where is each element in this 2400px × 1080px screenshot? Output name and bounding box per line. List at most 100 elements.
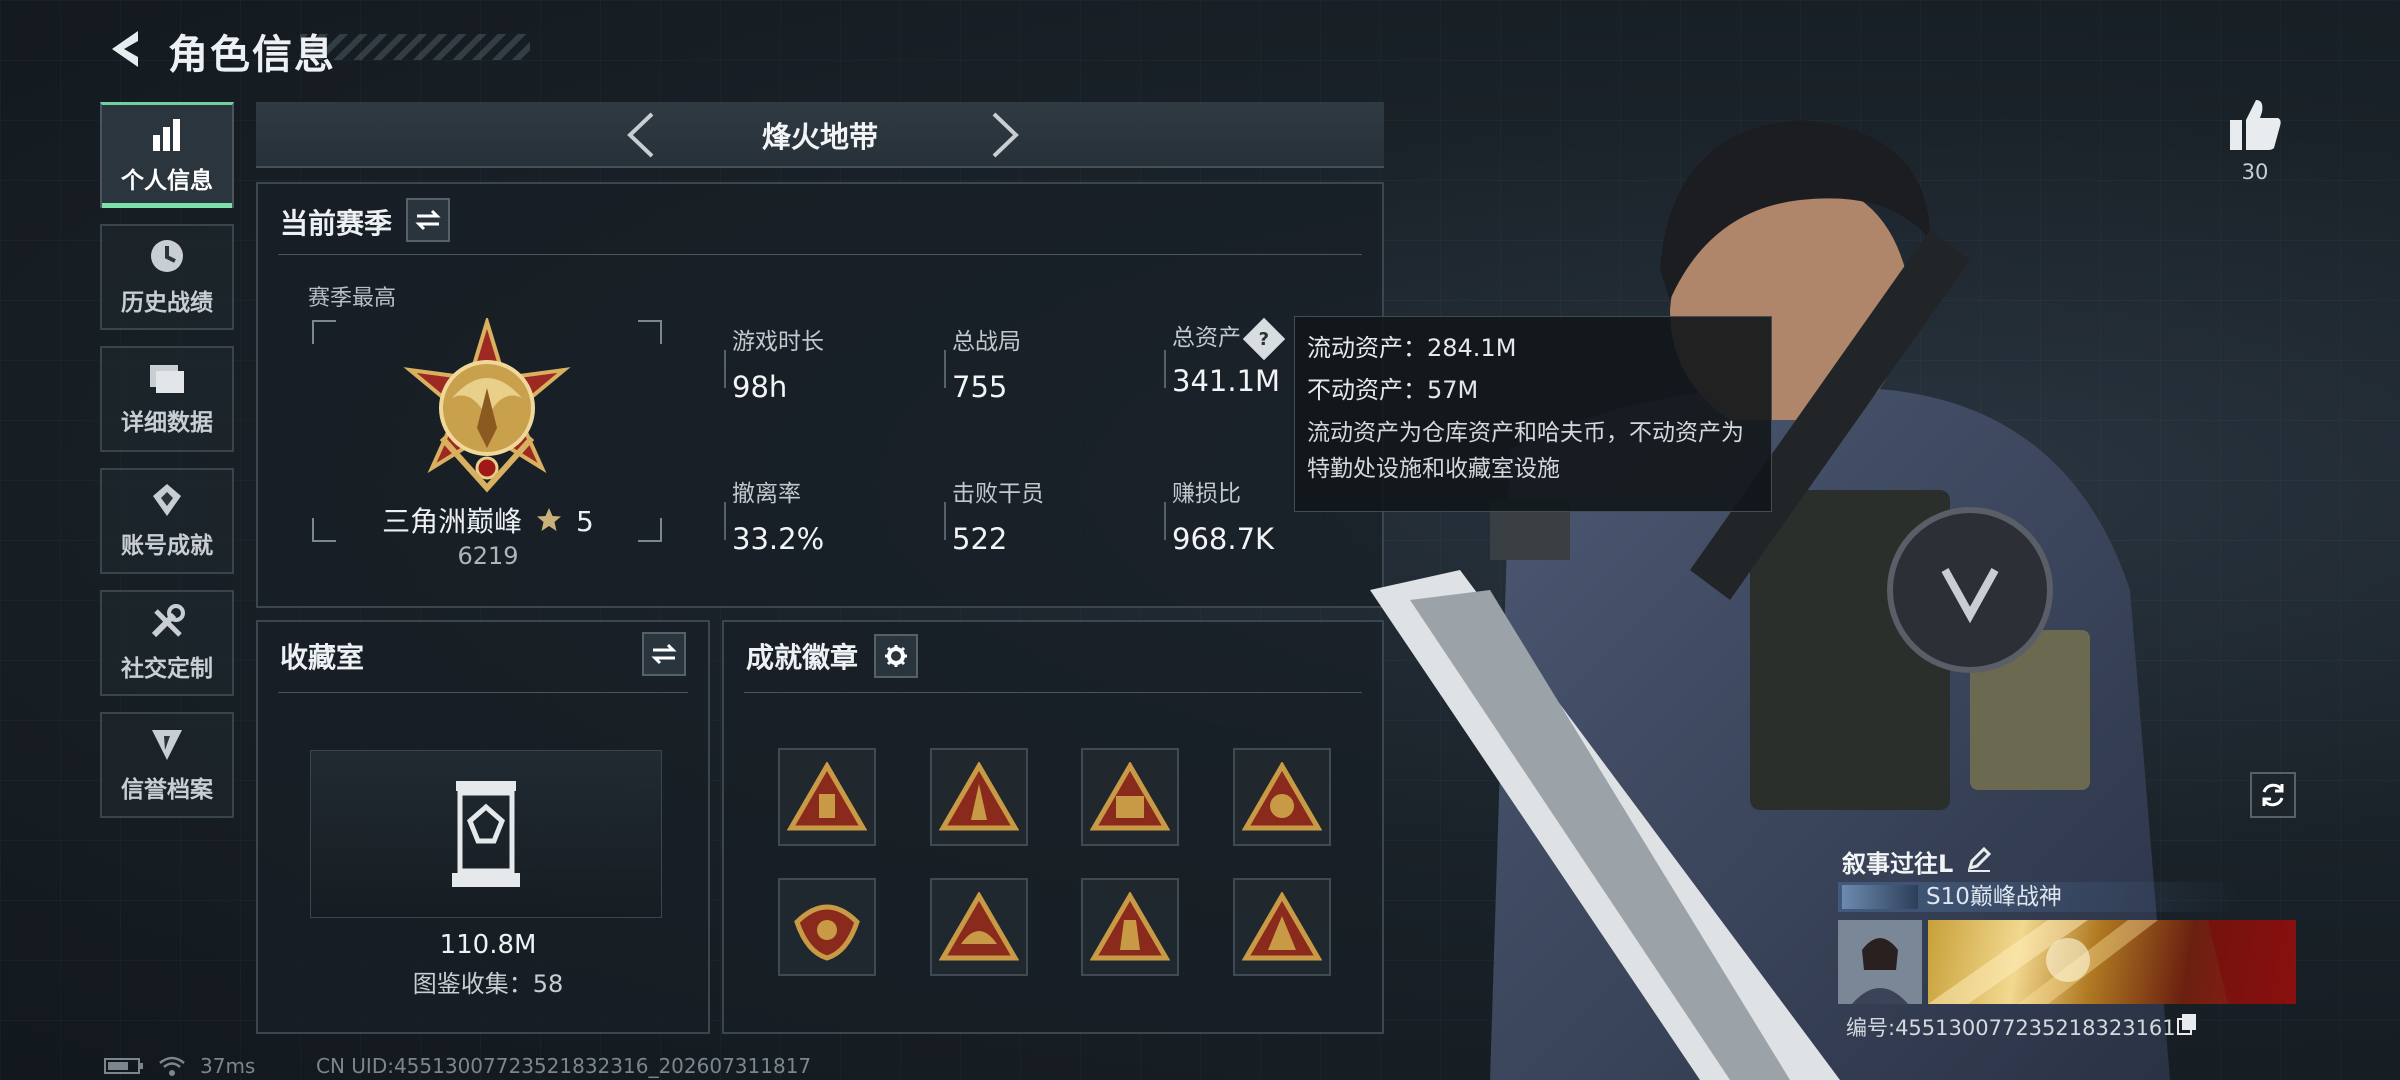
- like-button[interactable]: [2226, 96, 2284, 154]
- nav-label: 历史战绩: [121, 290, 213, 316]
- season-panel: 当前赛季 赛季最高 三角洲巅峰 5 6219 游戏时长 98h 总战局 755 …: [256, 182, 1384, 608]
- stat-kills: 击败干员 522: [944, 474, 1152, 556]
- avatar[interactable]: [1838, 920, 1922, 1004]
- title-emblem: [1842, 885, 1918, 909]
- tooltip-fixed-assets: 不动资产：57M: [1307, 376, 1479, 404]
- nav-label: 详细数据: [121, 410, 213, 436]
- banner-art: [1928, 920, 2296, 1004]
- stat-bar: [724, 350, 726, 388]
- nav-item-detailed-data[interactable]: 详细数据: [100, 346, 234, 452]
- nav-label: 个人信息: [121, 167, 213, 194]
- badge-slot[interactable]: [1233, 878, 1331, 976]
- mode-title: 烽火地带: [761, 120, 878, 154]
- stat-value: 755: [952, 370, 1008, 404]
- stat-bar: [1164, 502, 1166, 540]
- stat-extraction-rate: 撤离率 33.2%: [724, 474, 932, 556]
- nav-item-achievements[interactable]: 账号成就: [100, 468, 234, 574]
- badge-slot[interactable]: [1081, 878, 1179, 976]
- nav-item-personal-info[interactable]: 个人信息: [100, 102, 234, 208]
- nav-label: 信誉档案: [121, 777, 213, 803]
- player-id: 编号:455130077235218323161: [1846, 1016, 2176, 1040]
- copy-icon: [2177, 1014, 2196, 1035]
- asset-tooltip: 流动资产：284.1M 不动资产：57M 流动资产为仓库资产和哈夫币，不动资产为…: [1294, 316, 1772, 512]
- copy-id-button[interactable]: [2176, 1012, 2198, 1036]
- nav-item-social[interactable]: 社交定制: [100, 590, 234, 696]
- player-banner[interactable]: [1928, 920, 2296, 1004]
- nav-item-history[interactable]: 历史战绩: [100, 224, 234, 330]
- edit-name-button[interactable]: [1966, 846, 1994, 874]
- divider: [278, 254, 1362, 255]
- player-title-row: S10巅峰战神: [1838, 882, 2238, 912]
- stat-playtime: 游戏时长 98h: [724, 322, 932, 404]
- back-button[interactable]: [96, 24, 152, 74]
- badge-slot[interactable]: [778, 878, 876, 976]
- stat-value: 98h: [732, 370, 788, 404]
- badge-slot[interactable]: [778, 748, 876, 846]
- collection-value: 110.8M: [439, 930, 537, 960]
- mode-switcher: 烽火地带: [256, 102, 1384, 168]
- badge-icon: [939, 892, 1019, 961]
- badge-icon: [787, 762, 867, 831]
- rank-score: 6219: [457, 542, 519, 570]
- badge-slot[interactable]: [930, 878, 1028, 976]
- frame-corner: [638, 320, 662, 344]
- question-icon: ?: [1258, 327, 1270, 349]
- stat-bar: [944, 350, 946, 388]
- clock-icon: [151, 240, 183, 272]
- nav-label: 社交定制: [121, 656, 213, 682]
- stat-label: 总资产: [1172, 325, 1241, 351]
- frame-corner: [312, 320, 336, 344]
- swap-icon: [415, 209, 441, 231]
- uid-text: CN UID:45513007723521832316_202607311817: [316, 1054, 812, 1078]
- badges-settings-button[interactable]: [874, 634, 918, 678]
- collection-panel: 收藏室 110.8M 图鉴收集：58: [256, 620, 710, 1034]
- badge-icon: [1090, 892, 1170, 961]
- nav-item-credit[interactable]: 信誉档案: [100, 712, 234, 818]
- stat-value: 968.7K: [1172, 522, 1275, 556]
- badge-icon: [794, 904, 860, 961]
- pencil-icon: [1967, 846, 1992, 872]
- asset-help-button[interactable]: ?: [1242, 317, 1286, 360]
- battery-icon: [104, 1058, 143, 1074]
- stat-total-matches: 总战局 755: [944, 322, 1152, 404]
- bar-chart-icon: [153, 118, 180, 151]
- refresh-button[interactable]: [2250, 772, 2296, 818]
- collection-switch-button[interactable]: [642, 632, 686, 676]
- collection-display[interactable]: [310, 750, 662, 918]
- tooltip-liquid-assets: 流动资产：284.1M: [1307, 334, 1517, 362]
- badge-icon: [939, 762, 1019, 831]
- badge-slot[interactable]: [1233, 748, 1331, 846]
- stat-value: 522: [952, 522, 1008, 556]
- badges-title: 成就徽章: [746, 641, 859, 674]
- rank-name-row: 三角洲巅峰 5: [258, 500, 718, 540]
- gear-icon: [885, 645, 907, 667]
- badge-slot[interactable]: [1081, 748, 1179, 846]
- rank-stars: 5: [576, 505, 594, 538]
- stat-value: 33.2%: [732, 522, 825, 556]
- badge-slot[interactable]: [930, 748, 1028, 846]
- divider: [744, 692, 1362, 693]
- badge-icon: [1242, 892, 1322, 961]
- ping-text: 37ms: [200, 1054, 256, 1078]
- player-title: S10巅峰战神: [1926, 884, 2062, 910]
- folder-icon: [150, 365, 184, 393]
- achievement-icon: [153, 484, 181, 516]
- stat-bar: [724, 502, 726, 540]
- tools-icon: [151, 604, 185, 638]
- divider: [278, 692, 688, 693]
- stat-bar: [1164, 350, 1166, 388]
- stat-bar: [944, 502, 946, 540]
- season-best-label: 赛季最高: [308, 286, 397, 311]
- back-arrow-icon: [112, 31, 138, 67]
- nav-label: 账号成就: [121, 533, 213, 559]
- mode-next-button[interactable]: [980, 110, 1030, 160]
- status-bar: 37ms: [104, 1054, 255, 1078]
- season-switch-button[interactable]: [406, 198, 450, 242]
- stat-label: 游戏时长: [732, 329, 824, 355]
- thumbs-up-icon: [2230, 100, 2281, 150]
- display-case-icon: [452, 781, 520, 887]
- collection-title: 收藏室: [280, 641, 365, 674]
- avatar-image: [1838, 920, 1922, 1004]
- wifi-icon: [159, 1056, 185, 1076]
- star-icon: [537, 508, 562, 531]
